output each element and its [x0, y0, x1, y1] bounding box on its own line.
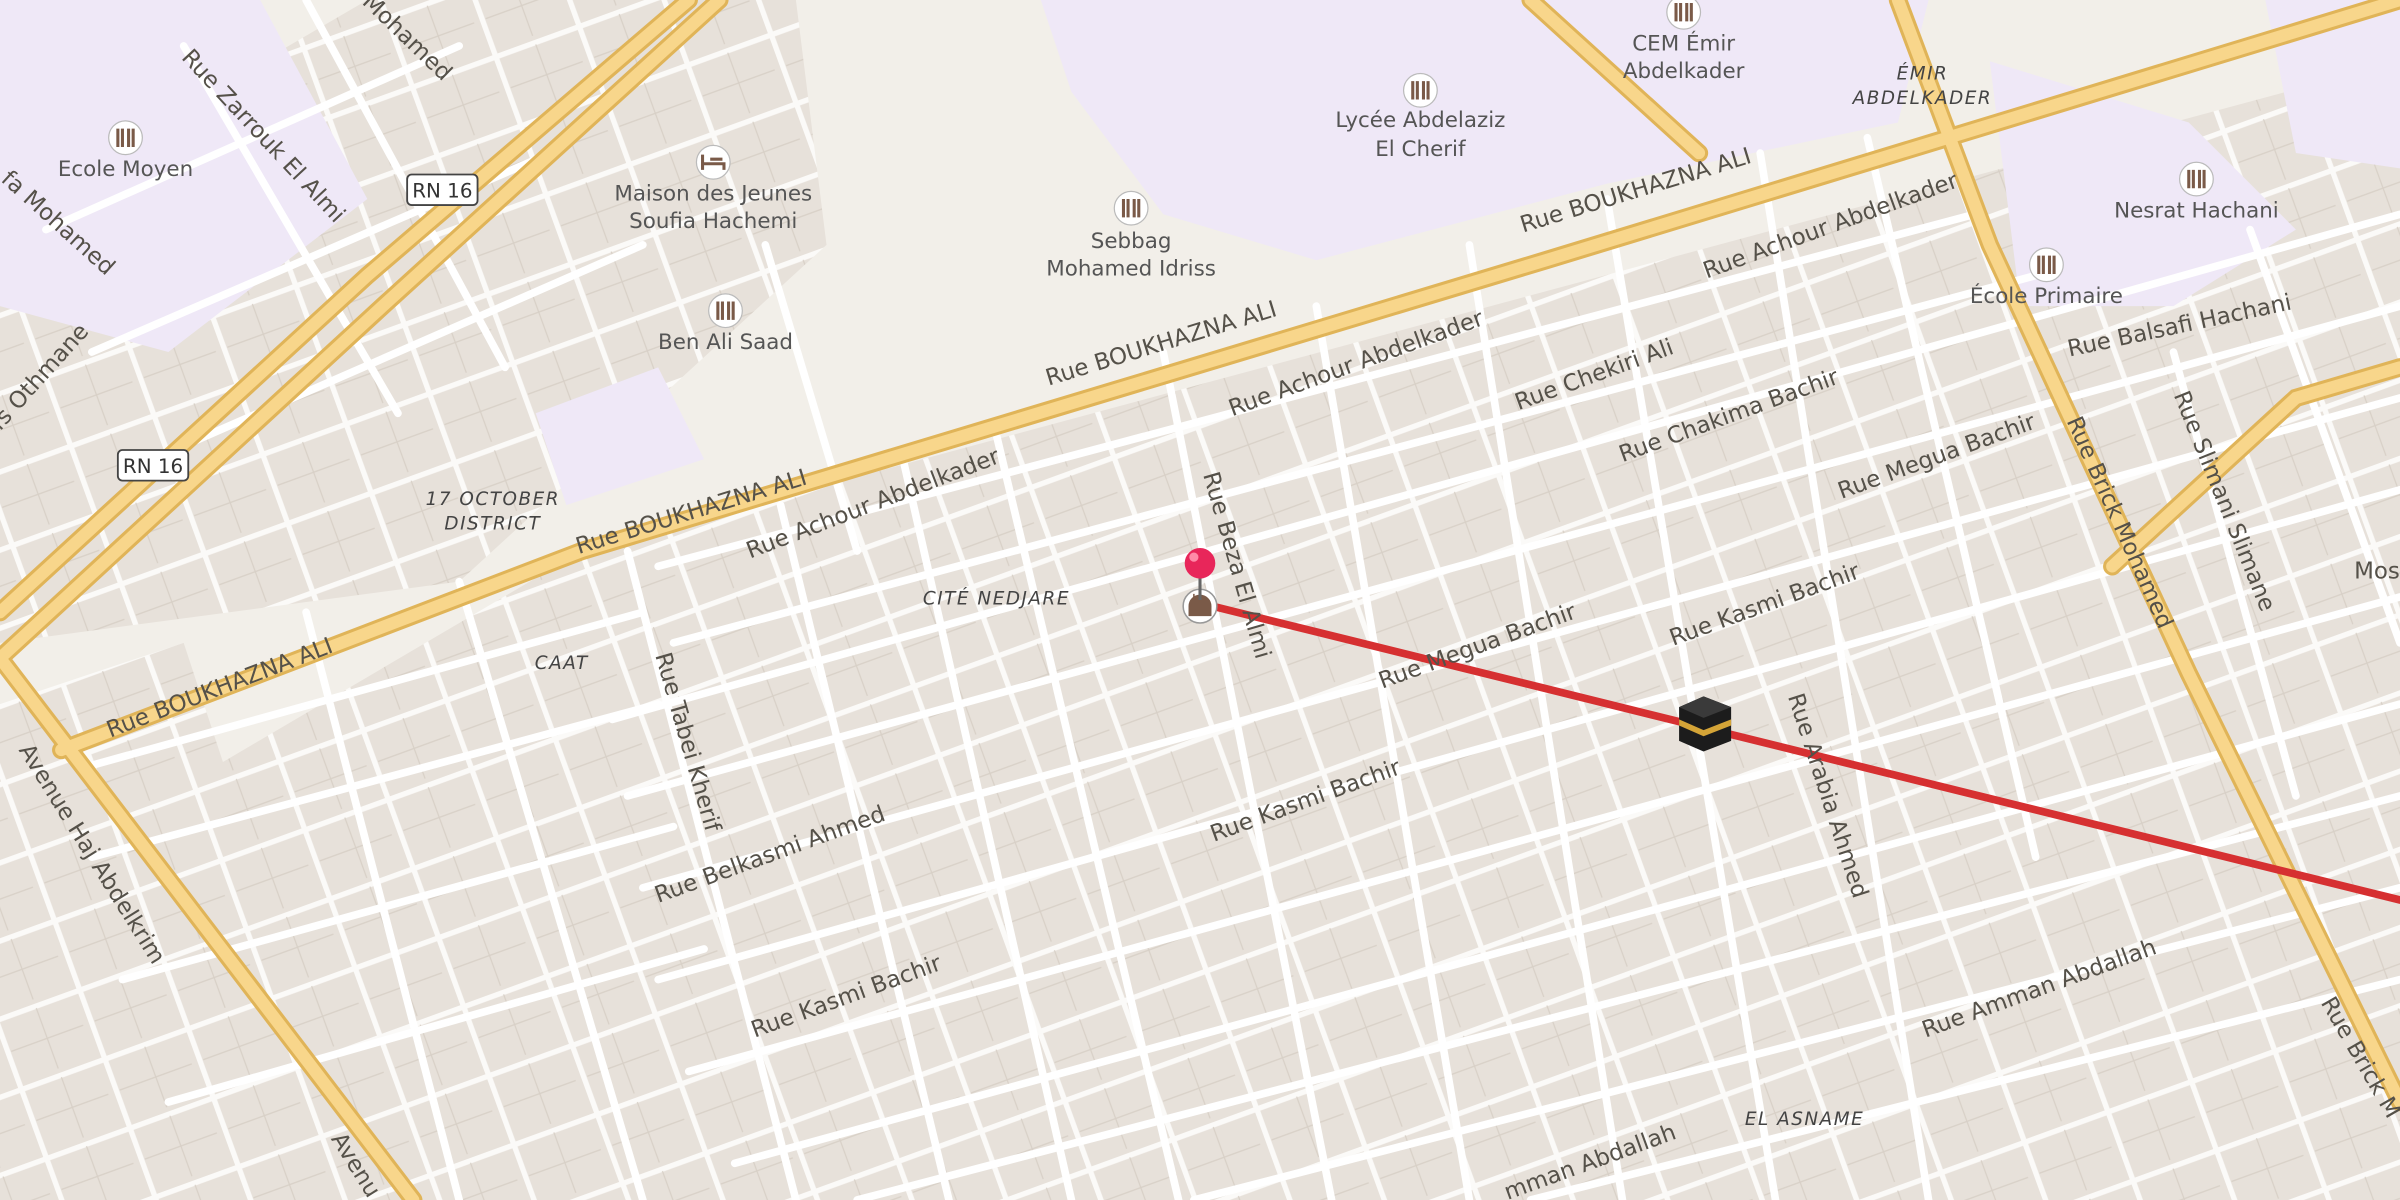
district-label: ÉMIR — [1897, 63, 1949, 85]
street-label-mos: Mos — [2354, 559, 2400, 585]
road-shield-rn16-north: RN 16 — [406, 173, 479, 207]
svg-text:El Cherif: El Cherif — [1375, 137, 1466, 162]
svg-text:Mohamed Idriss: Mohamed Idriss — [1046, 257, 1216, 282]
district-label: CAAT — [535, 653, 589, 674]
kaaba-icon — [1679, 696, 1732, 752]
svg-text:RN 16: RN 16 — [123, 455, 183, 478]
svg-text:Abdelkader: Abdelkader — [1623, 59, 1745, 84]
location-pin-icon — [1184, 547, 1216, 579]
svg-text:Sebbag: Sebbag — [1091, 229, 1172, 254]
district-label: EL ASNAME — [1745, 1109, 1864, 1130]
district-label: 17 OCTOBER — [426, 489, 560, 510]
map-canvas[interactable]: RN 16 RN 16 Rue BOUKHAZNA ALI Rue BOUKHA… — [0, 0, 2400, 1200]
svg-text:Maison des Jeunes: Maison des Jeunes — [614, 182, 812, 207]
district-label: DISTRICT — [444, 514, 541, 535]
map-svg: RN 16 RN 16 Rue BOUKHAZNA ALI Rue BOUKHA… — [0, 0, 2400, 1200]
svg-text:RN 16: RN 16 — [412, 179, 472, 202]
svg-text:Ecole Moyen: Ecole Moyen — [58, 157, 193, 182]
district-label: ABDELKADER — [1852, 88, 1993, 109]
svg-text:Soufia Hachemi: Soufia Hachemi — [629, 209, 797, 234]
destination-marker[interactable] — [1679, 696, 1732, 752]
svg-text:École Primaire: École Primaire — [1970, 283, 2123, 309]
svg-text:CEM Émir: CEM Émir — [1632, 31, 1735, 57]
svg-text:Nesrat Hachani: Nesrat Hachani — [2114, 198, 2279, 223]
svg-text:Ben Ali Saad: Ben Ali Saad — [658, 330, 793, 355]
svg-text:Lycée Abdelaziz: Lycée Abdelaziz — [1335, 108, 1505, 133]
district-label: CITÉ NEDJARE — [923, 588, 1070, 610]
road-shield-rn16-south: RN 16 — [116, 449, 190, 482]
